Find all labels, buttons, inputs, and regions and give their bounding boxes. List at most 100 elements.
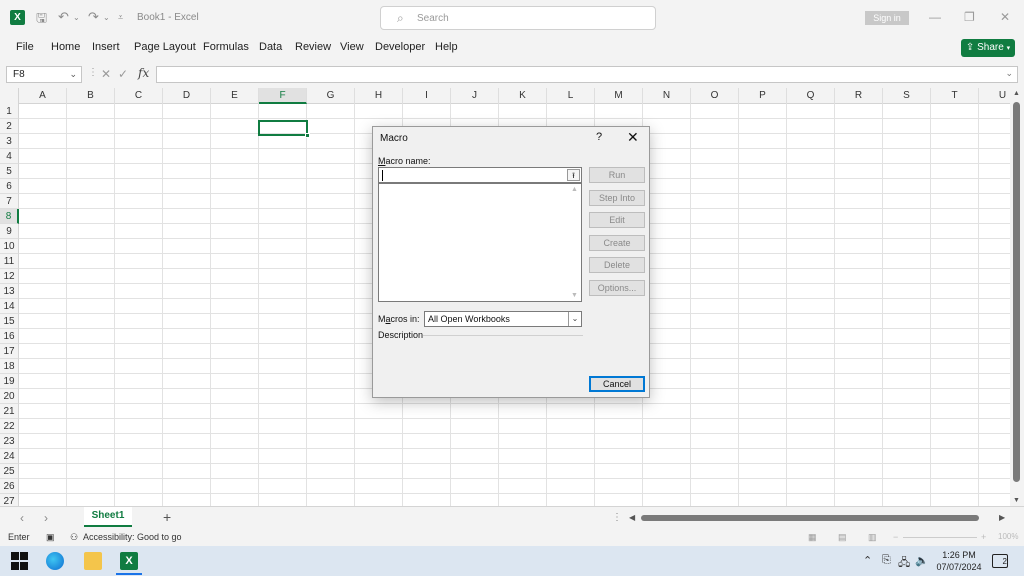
redo-icon[interactable]: ↷ [88, 9, 99, 25]
column-header[interactable]: N [643, 88, 691, 104]
column-header[interactable]: G [307, 88, 355, 104]
row-header[interactable]: 13 [0, 284, 19, 299]
tab-view[interactable]: View [340, 41, 364, 53]
expand-formula-icon[interactable]: ⌄ [1005, 68, 1013, 79]
undo-dropdown-icon[interactable]: ⌄ [73, 13, 80, 22]
row-header[interactable]: 5 [0, 164, 19, 179]
column-header[interactable]: T [931, 88, 979, 104]
excel-taskbar-icon[interactable]: X [120, 552, 138, 570]
scroll-down-icon[interactable]: ▼ [571, 292, 578, 299]
column-header[interactable]: L [547, 88, 595, 104]
macro-record-icon[interactable]: ▣ [46, 532, 55, 543]
row-header[interactable]: 25 [0, 464, 19, 479]
confirm-entry-icon[interactable]: ✓ [118, 67, 128, 81]
scroll-left-icon[interactable]: ◀ [629, 513, 635, 522]
row-header[interactable]: 24 [0, 449, 19, 464]
row-header[interactable]: 17 [0, 344, 19, 359]
create-button[interactable]: Create [589, 235, 645, 251]
macro-list-scrollbar[interactable]: ▲ ▼ [569, 184, 581, 301]
column-header[interactable]: C [115, 88, 163, 104]
page-layout-view-icon[interactable]: ▤ [838, 532, 847, 543]
tab-insert[interactable]: Insert [92, 41, 120, 53]
row-header[interactable]: 16 [0, 329, 19, 344]
row-header[interactable]: 19 [0, 374, 19, 389]
zoom-slider[interactable] [903, 537, 977, 538]
row-header[interactable]: 20 [0, 389, 19, 404]
tab-data[interactable]: Data [259, 41, 282, 53]
column-header[interactable]: M [595, 88, 643, 104]
vertical-scroll-thumb[interactable] [1013, 102, 1020, 482]
cancel-entry-icon[interactable]: ✕ [101, 67, 111, 81]
scroll-down-icon[interactable]: ▼ [1013, 497, 1020, 504]
share-button[interactable]: ⇪ Share ▾ [961, 39, 1015, 57]
row-header[interactable]: 8 [0, 209, 19, 224]
tab-page-layout[interactable]: Page Layout [134, 41, 196, 53]
edit-button[interactable]: Edit [589, 212, 645, 228]
tab-home[interactable]: Home [51, 41, 80, 53]
run-button[interactable]: Run [589, 167, 645, 183]
edge-browser-icon[interactable] [46, 552, 64, 570]
column-header[interactable]: H [355, 88, 403, 104]
sheet-tab[interactable]: Sheet1 [84, 507, 132, 527]
row-header[interactable]: 15 [0, 314, 19, 329]
column-header[interactable]: R [835, 88, 883, 104]
accessibility-icon[interactable]: ⚇ [70, 532, 78, 543]
tab-file[interactable]: File [16, 41, 34, 53]
cancel-button[interactable]: Cancel [589, 376, 645, 392]
column-header[interactable]: D [163, 88, 211, 104]
prev-sheet-icon[interactable]: ‹ [20, 511, 24, 525]
options-button[interactable]: Options... [589, 280, 645, 296]
page-break-view-icon[interactable]: ▥ [868, 532, 877, 543]
column-header[interactable]: U [979, 88, 1010, 104]
help-icon[interactable]: ? [596, 131, 602, 143]
chevron-down-icon[interactable]: ⌄ [69, 67, 77, 82]
accessibility-status[interactable]: Accessibility: Good to go [83, 532, 182, 542]
step-into-button[interactable]: Step Into [589, 190, 645, 206]
row-header[interactable]: 12 [0, 269, 19, 284]
column-header[interactable]: Q [787, 88, 835, 104]
scroll-up-icon[interactable]: ▲ [1013, 90, 1020, 97]
tab-developer[interactable]: Developer [375, 41, 425, 53]
search-box[interactable]: ⌕ Search [380, 6, 656, 30]
device-icon[interactable]: ⎘ [882, 554, 891, 567]
chevron-down-icon[interactable]: ⌄ [568, 312, 581, 326]
tab-formulas[interactable]: Formulas [203, 41, 249, 53]
collapse-dialog-icon[interactable]: ⭱ [567, 169, 580, 181]
formula-input[interactable]: ⌄ [156, 66, 1018, 83]
row-header[interactable]: 22 [0, 419, 19, 434]
column-header[interactable]: F [259, 88, 307, 104]
macros-in-select[interactable]: All Open Workbooks ⌄ [424, 311, 582, 327]
undo-icon[interactable]: ↶ [58, 9, 69, 25]
column-header[interactable]: O [691, 88, 739, 104]
more-options-icon[interactable]: ⋮ [612, 512, 622, 523]
column-header[interactable]: A [19, 88, 67, 104]
scroll-right-icon[interactable]: ▶ [999, 513, 1005, 522]
column-header[interactable]: P [739, 88, 787, 104]
row-header[interactable]: 21 [0, 404, 19, 419]
row-header[interactable]: 9 [0, 224, 19, 239]
zoom-level[interactable]: 100% [998, 532, 1018, 541]
macro-list[interactable]: ▲ ▼ [378, 183, 582, 302]
tab-review[interactable]: Review [295, 41, 331, 53]
next-sheet-icon[interactable]: › [44, 511, 48, 525]
sign-in-button[interactable]: Sign in [865, 11, 909, 25]
tab-help[interactable]: Help [435, 41, 458, 53]
row-header[interactable]: 2 [0, 119, 19, 134]
row-header[interactable]: 3 [0, 134, 19, 149]
row-header[interactable]: 10 [0, 239, 19, 254]
row-header[interactable]: 1 [0, 104, 19, 119]
row-header[interactable]: 27 [0, 494, 19, 506]
column-header[interactable]: B [67, 88, 115, 104]
row-header[interactable]: 4 [0, 149, 19, 164]
vertical-scrollbar[interactable]: ▲ ▼ [1010, 88, 1024, 506]
insert-function-icon[interactable]: fx [138, 66, 149, 80]
windows-start-icon[interactable] [11, 552, 29, 570]
active-cell[interactable] [258, 120, 310, 138]
notifications-icon[interactable]: 2 [992, 554, 1008, 568]
column-header[interactable]: S [883, 88, 931, 104]
column-header[interactable]: J [451, 88, 499, 104]
select-all-corner[interactable] [0, 88, 19, 104]
row-header[interactable]: 18 [0, 359, 19, 374]
close-icon[interactable]: ✕ [627, 129, 639, 146]
zoom-in-icon[interactable]: + [981, 532, 986, 542]
